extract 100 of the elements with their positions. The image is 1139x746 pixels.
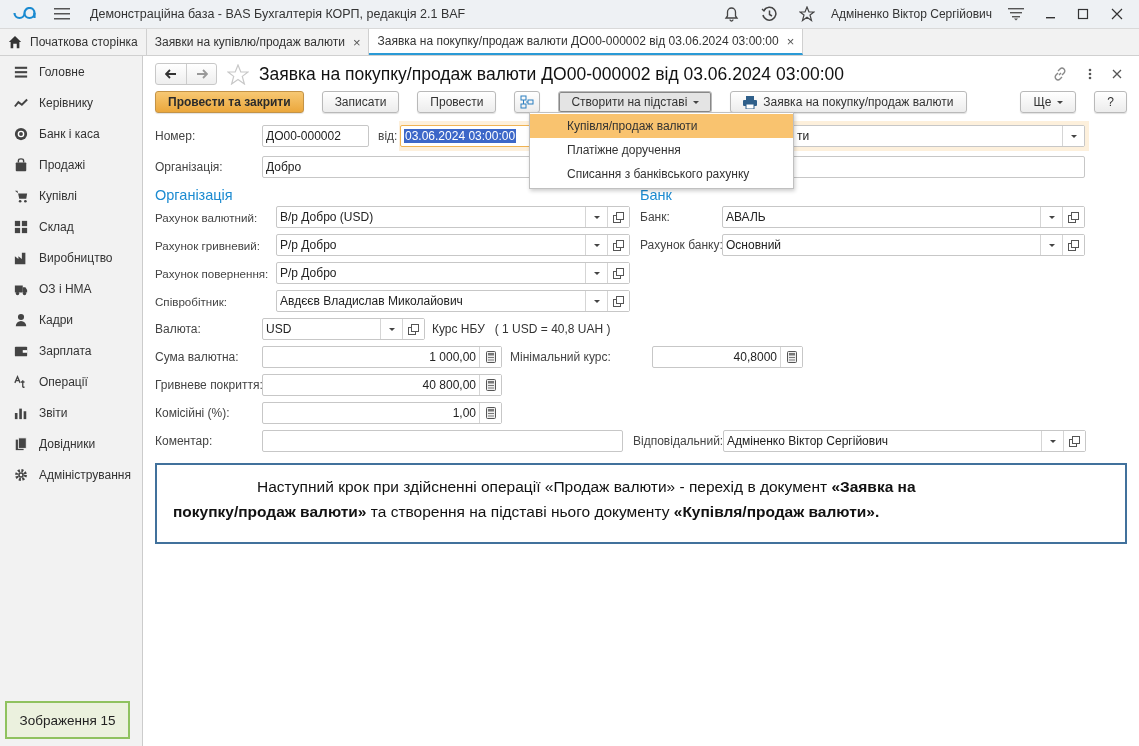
- open-button[interactable]: [607, 263, 629, 283]
- select-field[interactable]: Основний: [722, 234, 1085, 256]
- star-icon[interactable]: [227, 63, 249, 85]
- caret-icon: [693, 100, 700, 104]
- menu-button[interactable]: Створити на підставі: [558, 91, 713, 113]
- close-tab-button[interactable]: ×: [352, 34, 361, 50]
- sidebar-item[interactable]: Головне: [39, 64, 85, 79]
- calculator-button[interactable]: [479, 347, 501, 367]
- sidebar-item[interactable]: Кадри: [39, 312, 74, 327]
- menu-button[interactable]: Ще: [1020, 91, 1077, 113]
- field-label: Організація:: [155, 160, 224, 174]
- number-field[interactable]: 1,00: [262, 402, 502, 424]
- sidebar-item[interactable]: Зарплата: [39, 343, 92, 358]
- calculator-icon: [786, 351, 797, 363]
- grid-icon: [14, 219, 28, 234]
- sidebar-item[interactable]: Довідники: [39, 436, 96, 451]
- toolbar-button[interactable]: ?: [1094, 91, 1127, 113]
- sidebar-item[interactable]: Виробництво: [39, 250, 113, 265]
- sidebar-item[interactable]: Склад: [39, 219, 74, 234]
- menu-item[interactable]: Купівля/продаж валюти: [530, 114, 793, 138]
- select-field[interactable]: В/р Добро (USD): [276, 206, 630, 228]
- number-field[interactable]: ДО00-000002: [262, 125, 369, 147]
- open-button[interactable]: [402, 319, 424, 339]
- minimize-icon: [1046, 17, 1055, 19]
- select-field[interactable]: Р/р Добро: [276, 234, 630, 256]
- cart-icon: [14, 188, 28, 203]
- select-field[interactable]: Р/р Добро: [276, 262, 630, 284]
- calculator-button[interactable]: [780, 347, 802, 367]
- post-and-close-button[interactable]: Провести та закрити: [155, 91, 304, 113]
- structure-button[interactable]: [514, 91, 541, 113]
- field-label: Сума валютна:: [155, 350, 240, 364]
- window-title: Демонстраційна база - BAS Бухгалтерія КОРП, редакція 2.1 BAF: [90, 7, 466, 21]
- calculator-button[interactable]: [479, 403, 501, 423]
- comment-field[interactable]: [262, 430, 623, 452]
- open-button[interactable]: [607, 207, 629, 227]
- star-icon: [798, 6, 815, 22]
- open-button[interactable]: [607, 235, 629, 255]
- close-tab-button[interactable]: ×: [786, 33, 795, 49]
- caret-icon: [593, 243, 600, 247]
- calculator-button[interactable]: [479, 375, 501, 395]
- tab[interactable]: Заявка на покупку/продаж валюти ДО00-000002 від 03.06.2024 03:00:00 ×: [369, 29, 804, 55]
- books-icon: [14, 436, 28, 451]
- arrow-right-icon: [195, 69, 208, 79]
- sidebar-item[interactable]: Звіти: [39, 405, 68, 420]
- lines-icon: [1008, 7, 1024, 21]
- field-label: Коментар:: [155, 434, 214, 448]
- field-label: Рахунок гривневий:: [155, 238, 262, 252]
- print-button[interactable]: Заявка на покупку/продаж валюти: [730, 91, 967, 113]
- menu-item[interactable]: Списання з банківського рахунку: [530, 162, 793, 186]
- sidebar-item[interactable]: Керівнику: [39, 95, 94, 110]
- select-field[interactable]: АВАЛЬ: [722, 206, 1085, 228]
- windows-icon: [1069, 435, 1080, 447]
- open-button[interactable]: [1062, 235, 1084, 255]
- field-label: Банк:: [640, 210, 671, 224]
- sidebar-item[interactable]: Купівлі: [39, 188, 77, 203]
- calculator-icon: [485, 379, 496, 391]
- caret-icon: [1049, 439, 1056, 443]
- field-label: Відповідальний:: [633, 434, 723, 448]
- tab[interactable]: Початкова сторінка: [0, 29, 147, 55]
- field-label: Номер:: [155, 129, 197, 143]
- printer-icon: [743, 95, 758, 109]
- field-label: Мінімальний курс:: [510, 350, 612, 364]
- dropdown-button[interactable]: [1062, 126, 1084, 146]
- open-button[interactable]: [1062, 207, 1084, 227]
- exchange-rate-text: Курс НБУ ( 1 USD = 40,8 UAH ): [432, 322, 611, 336]
- caret-icon: [593, 215, 600, 219]
- sidebar-item[interactable]: Банк і каса: [39, 126, 100, 141]
- toolbar-button[interactable]: Записати: [321, 91, 400, 113]
- caret-icon: [593, 299, 600, 303]
- field-label: Гривневе покриття:: [155, 378, 262, 392]
- calculator-icon: [485, 407, 496, 419]
- gear-icon: [14, 467, 28, 482]
- caret-icon: [1070, 134, 1077, 138]
- sidebar-item[interactable]: Продажі: [39, 157, 86, 172]
- image-caption: Зображення 15: [5, 701, 130, 739]
- windows-icon: [613, 239, 624, 251]
- sidebar-item[interactable]: ОЗ і НМА: [39, 281, 92, 296]
- caret-icon: [1048, 243, 1055, 247]
- open-button[interactable]: [607, 291, 629, 311]
- number-field[interactable]: 40 800,00: [262, 374, 502, 396]
- windows-icon: [1068, 211, 1079, 223]
- windows-icon: [613, 211, 624, 223]
- section-title: Банк: [640, 187, 672, 203]
- factory-icon: [14, 250, 28, 265]
- menu-icon: [14, 64, 28, 79]
- number-field[interactable]: 40,8000: [652, 346, 803, 368]
- field-label: Співробітник:: [155, 294, 228, 308]
- toolbar-button[interactable]: Провести: [417, 91, 497, 113]
- document-title: Заявка на покупку/продаж валюти ДО00-000002 від 03.06.2024 03:00:00: [259, 63, 845, 85]
- caret-icon: [1048, 215, 1055, 219]
- select-field[interactable]: USD: [262, 318, 425, 340]
- number-field[interactable]: 1 000,00: [262, 346, 502, 368]
- arrow-left-icon: [165, 69, 177, 79]
- select-field[interactable]: Авдєєв Владислав Миколайович: [276, 290, 630, 312]
- select-field[interactable]: Адміненко Віктор Сергійович: [723, 430, 1086, 452]
- sidebar-item[interactable]: Адміністрування: [39, 467, 131, 482]
- field-label: Комісійні (%):: [155, 406, 231, 420]
- open-button[interactable]: [1063, 431, 1085, 451]
- windows-icon: [613, 267, 624, 279]
- sidebar-item[interactable]: Операції: [39, 374, 88, 389]
